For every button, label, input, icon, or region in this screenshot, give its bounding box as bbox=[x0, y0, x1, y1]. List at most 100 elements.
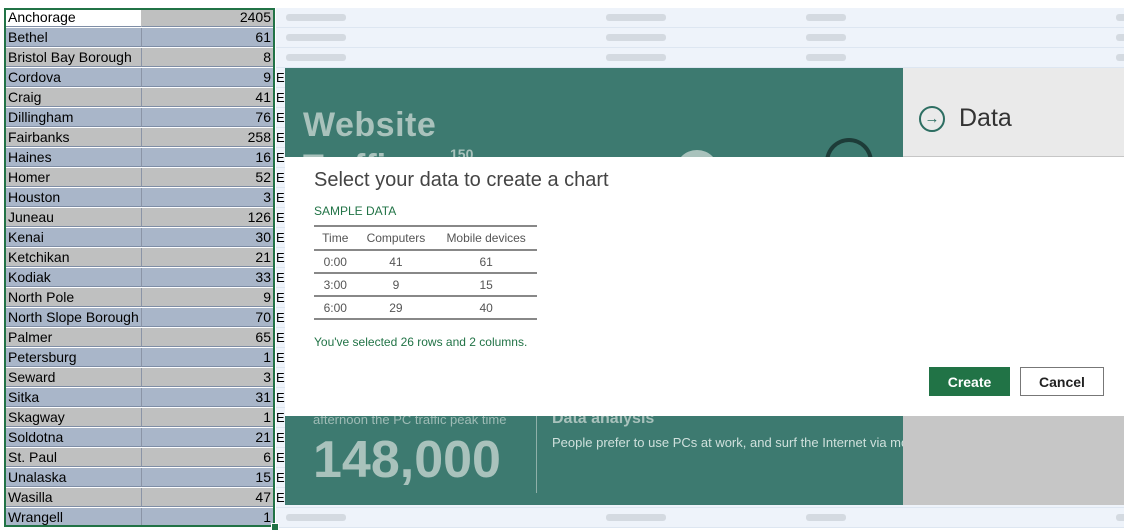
city-cell[interactable]: Dillingham bbox=[6, 108, 142, 127]
count-cell[interactable]: 8 bbox=[142, 48, 274, 67]
count-cell[interactable]: 70 bbox=[142, 308, 274, 327]
count-cell[interactable]: 1 bbox=[142, 408, 274, 427]
count-cell[interactable]: 21 bbox=[142, 248, 274, 267]
table-row: 6:00 29 40 bbox=[314, 296, 537, 320]
preview-headline: Website bbox=[303, 106, 437, 144]
count-cell[interactable]: 52 bbox=[142, 168, 274, 187]
table-row: Bethel 61 bbox=[0, 28, 1124, 48]
table-cell: 41 bbox=[356, 250, 436, 274]
count-cell[interactable]: 21 bbox=[142, 428, 274, 447]
arrow-right-circle-icon: → bbox=[919, 106, 945, 132]
city-cell[interactable]: Seward bbox=[6, 368, 142, 387]
count-cell[interactable]: 61 bbox=[142, 28, 274, 47]
count-cell[interactable]: 3 bbox=[142, 368, 274, 387]
sample-data-table: Time Computers Mobile devices 0:00 41 61… bbox=[314, 225, 537, 320]
blurred-cell-content bbox=[286, 54, 346, 61]
count-cell[interactable]: 16 bbox=[142, 148, 274, 167]
blurred-cell-content bbox=[606, 34, 666, 41]
table-cell: 6:00 bbox=[314, 296, 357, 320]
count-cell[interactable]: 47 bbox=[142, 488, 274, 507]
city-cell[interactable]: Anchorage bbox=[6, 8, 142, 27]
city-cell[interactable]: North Pole bbox=[6, 288, 142, 307]
count-cell[interactable]: 31 bbox=[142, 388, 274, 407]
city-cell[interactable]: Wrangell bbox=[6, 508, 142, 527]
city-cell[interactable]: Houston bbox=[6, 188, 142, 207]
table-row: Bristol Bay Borough 8 bbox=[0, 48, 1124, 68]
city-cell[interactable]: Soldotna bbox=[6, 428, 142, 447]
sample-data-label: SAMPLE DATA bbox=[314, 204, 397, 218]
blurred-cell-content bbox=[806, 14, 846, 21]
create-button[interactable]: Create bbox=[929, 367, 1010, 396]
adjacent-cell[interactable] bbox=[276, 8, 286, 27]
blurred-cells bbox=[276, 28, 1124, 48]
city-cell[interactable]: Craig bbox=[6, 88, 142, 107]
count-cell[interactable]: 33 bbox=[142, 268, 274, 287]
preview-divider bbox=[536, 413, 537, 493]
adjacent-cell[interactable] bbox=[276, 28, 286, 47]
city-cell[interactable]: Sitka bbox=[6, 388, 142, 407]
table-cell: 15 bbox=[435, 273, 537, 297]
count-cell[interactable]: 76 bbox=[142, 108, 274, 127]
blurred-cell-content bbox=[606, 14, 666, 21]
column-header: Time bbox=[314, 225, 357, 251]
city-cell[interactable]: Kenai bbox=[6, 228, 142, 247]
blurred-cell-content bbox=[286, 14, 346, 21]
cancel-button[interactable]: Cancel bbox=[1020, 367, 1104, 396]
blurred-cells bbox=[276, 508, 1124, 528]
blurred-cell-content bbox=[806, 54, 846, 61]
count-cell[interactable]: 30 bbox=[142, 228, 274, 247]
count-cell[interactable]: 6 bbox=[142, 448, 274, 467]
city-cell[interactable]: Bethel bbox=[6, 28, 142, 47]
count-cell[interactable]: 1 bbox=[142, 508, 274, 527]
table-cell: 0:00 bbox=[314, 250, 357, 274]
city-cell[interactable]: Wasilla bbox=[6, 488, 142, 507]
count-cell[interactable]: 9 bbox=[142, 68, 274, 87]
blurred-cell-content bbox=[1116, 514, 1124, 521]
city-cell[interactable]: St. Paul bbox=[6, 448, 142, 467]
city-cell[interactable]: Bristol Bay Borough bbox=[6, 48, 142, 67]
city-cell[interactable]: Palmer bbox=[6, 328, 142, 347]
city-cell[interactable]: Ketchikan bbox=[6, 248, 142, 267]
table-cell: 29 bbox=[356, 296, 436, 320]
blurred-cell-content bbox=[606, 514, 666, 521]
dialog-title: Select your data to create a chart bbox=[314, 169, 609, 191]
city-cell[interactable]: Fairbanks bbox=[6, 128, 142, 147]
city-cell[interactable]: Skagway bbox=[6, 408, 142, 427]
blurred-cell-content bbox=[286, 514, 346, 521]
adjacent-cell[interactable] bbox=[276, 48, 286, 67]
count-cell[interactable]: 2405 bbox=[142, 8, 274, 27]
city-cell[interactable]: Petersburg bbox=[6, 348, 142, 367]
table-cell: 61 bbox=[435, 250, 537, 274]
count-cell[interactable]: 126 bbox=[142, 208, 274, 227]
table-cell: 9 bbox=[356, 273, 436, 297]
blurred-cell-content bbox=[606, 54, 666, 61]
count-cell[interactable]: 1 bbox=[142, 348, 274, 367]
preview-section-text: People prefer to use PCs at work, and su… bbox=[552, 435, 903, 450]
blurred-cell-content bbox=[1116, 34, 1124, 41]
table-row: 0:00 41 61 bbox=[314, 250, 537, 274]
table-cell: 40 bbox=[435, 296, 537, 320]
blurred-cell-content bbox=[1116, 14, 1124, 21]
side-panel-header[interactable]: → Data bbox=[903, 68, 1124, 156]
blurred-cells bbox=[276, 8, 1124, 28]
blurred-cell-content bbox=[286, 34, 346, 41]
city-cell[interactable]: Homer bbox=[6, 168, 142, 187]
table-header-row: Time Computers Mobile devices bbox=[314, 225, 537, 251]
city-cell[interactable]: Juneau bbox=[6, 208, 142, 227]
city-cell[interactable]: Cordova bbox=[6, 68, 142, 87]
city-cell[interactable]: Haines bbox=[6, 148, 142, 167]
count-cell[interactable]: 65 bbox=[142, 328, 274, 347]
city-cell[interactable]: Unalaska bbox=[6, 468, 142, 487]
table-cell: 3:00 bbox=[314, 273, 357, 297]
count-cell[interactable]: 3 bbox=[142, 188, 274, 207]
count-cell[interactable]: 15 bbox=[142, 468, 274, 487]
column-header: Mobile devices bbox=[435, 225, 537, 251]
create-chart-dialog: Select your data to create a chart SAMPL… bbox=[285, 157, 1124, 416]
side-panel-label: Data bbox=[959, 104, 1012, 132]
count-cell[interactable]: 258 bbox=[142, 128, 274, 147]
city-cell[interactable]: North Slope Borough bbox=[6, 308, 142, 327]
city-cell[interactable]: Kodiak bbox=[6, 268, 142, 287]
blurred-cells bbox=[276, 48, 1124, 68]
count-cell[interactable]: 41 bbox=[142, 88, 274, 107]
count-cell[interactable]: 9 bbox=[142, 288, 274, 307]
